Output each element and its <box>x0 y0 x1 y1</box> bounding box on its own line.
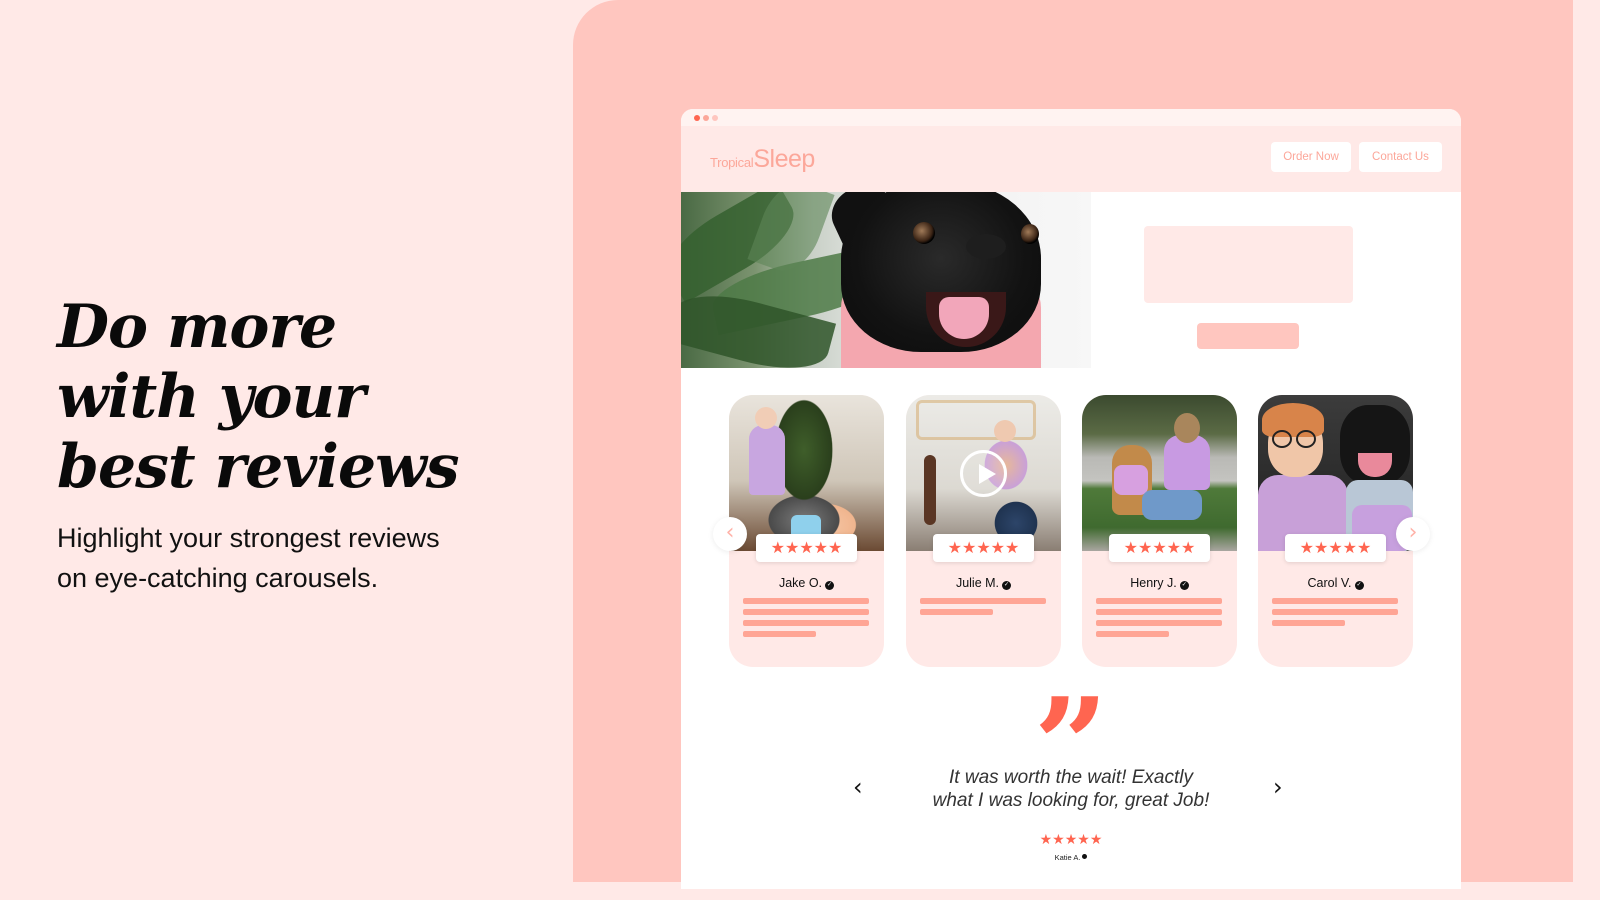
review-text-line <box>1096 598 1222 604</box>
review-card[interactable]: ★★★★★ Carol V. ✓ <box>1258 395 1413 667</box>
dog-nose <box>966 234 1006 259</box>
hero-copy: Do more with your best reviews Highlight… <box>57 292 537 598</box>
hex-shelves <box>916 400 1036 440</box>
review-card[interactable]: ★★★★★ Jake O. ✓ <box>729 395 884 667</box>
review-text-line <box>920 598 1046 604</box>
reviewer-name-text: Carol V. <box>1307 576 1352 590</box>
verified-check-icon: ✓ <box>825 581 835 590</box>
review-photo[interactable] <box>1082 395 1237 551</box>
site-header: Tropical Sleep Order Now Contact Us <box>681 126 1461 192</box>
logo-main: Sleep <box>753 145 815 173</box>
reviewer-name: Jake O. ✓ <box>729 576 884 590</box>
person-face <box>755 407 777 429</box>
review-text-line <box>743 598 869 604</box>
chevron-right-icon: › <box>1273 773 1283 801</box>
review-text-line <box>743 620 869 626</box>
person-hair <box>1174 413 1200 443</box>
hero-subtitle-line: on eye-catching carousels. <box>57 563 379 593</box>
chevron-right-icon: › <box>1408 520 1418 545</box>
reviewer-name: Carol V. ✓ <box>1258 576 1413 590</box>
star-icons: ★★★★★ <box>1299 540 1372 557</box>
glasses <box>1272 430 1292 448</box>
carousel-prev-button[interactable]: ‹ <box>713 517 747 551</box>
verified-check-icon: ✓ <box>1354 581 1364 590</box>
testimonial-author: Katie A. <box>1021 853 1121 862</box>
testimonial-next-button[interactable]: › <box>1273 775 1283 799</box>
hero-subtitle-line: Highlight your strongest reviews <box>57 523 440 553</box>
testimonial-line: It was worth the wait! Exactly <box>949 767 1193 788</box>
review-card[interactable]: ★★★★★ Julie M. ✓ <box>906 395 1061 667</box>
reviewer-name-text: Henry J. <box>1130 576 1177 590</box>
person-sweater <box>749 425 785 495</box>
star-icons: ★★★★★ <box>1123 540 1196 557</box>
review-text-line <box>920 609 993 615</box>
hero-banner <box>681 192 1461 368</box>
hero-title-line: with your <box>57 362 366 432</box>
person-hair <box>1262 403 1324 437</box>
review-photo[interactable] <box>1258 395 1413 551</box>
hero-title: Do more with your best reviews <box>57 292 537 502</box>
browser-mockup: Tropical Sleep Order Now Contact Us ‹ › … <box>681 109 1461 889</box>
window-dot-maximize-icon <box>712 114 718 121</box>
review-carousel: ‹ › ★★★★★ Jake O. ✓ ★★★★★ Julie M. ✓ ★★★… <box>681 395 1461 667</box>
window-dot-close-icon <box>694 114 700 121</box>
order-now-button[interactable]: Order Now <box>1271 142 1351 172</box>
hero-text-placeholder <box>1144 226 1353 303</box>
rating-stars: ★★★★★ <box>1109 534 1210 562</box>
site-logo[interactable]: Tropical Sleep <box>710 145 815 174</box>
person-face <box>994 420 1016 442</box>
star-icons: ★★★★★ <box>947 540 1020 557</box>
testimonial-rating-stars: ★★★★★ <box>1039 831 1103 847</box>
review-video-thumbnail[interactable] <box>906 395 1061 551</box>
testimonial-text: It was worth the wait! Exactly what I wa… <box>881 766 1261 812</box>
reviewer-name-text: Julie M. <box>955 576 1000 590</box>
hero-title-line: Do more <box>57 292 337 362</box>
chevron-left-icon: ‹ <box>853 773 863 801</box>
review-text-line <box>743 609 869 615</box>
rating-stars: ★★★★★ <box>933 534 1034 562</box>
window-dot-minimize-icon <box>703 114 709 121</box>
review-text-line <box>1096 631 1169 637</box>
review-card[interactable]: ★★★★★ Henry J. ✓ <box>1082 395 1237 667</box>
verified-check-icon: ✓ <box>1179 581 1189 590</box>
review-photo[interactable] <box>729 395 884 551</box>
chevron-left-icon: ‹ <box>725 520 735 545</box>
hero-title-line: best reviews <box>57 432 460 502</box>
browser-titlebar <box>681 109 1461 126</box>
hero-cta-button[interactable] <box>1197 323 1299 349</box>
dog-eye <box>913 222 935 244</box>
review-text-line <box>1272 609 1398 615</box>
play-video-button[interactable] <box>960 450 1007 497</box>
verified-check-icon: ✓ <box>1002 581 1012 590</box>
reviewer-name: Henry J. ✓ <box>1082 576 1237 590</box>
rating-stars: ★★★★★ <box>1285 534 1386 562</box>
guitar <box>924 455 936 525</box>
reviewer-name-text: Jake O. <box>778 576 823 590</box>
dog-hoodie <box>1114 465 1148 495</box>
quote-icon: ” <box>1033 669 1109 822</box>
logo-prefix: Tropical <box>710 155 754 170</box>
review-text-line <box>1272 620 1345 626</box>
person-sweater <box>1164 435 1210 490</box>
testimonial-line: what I was looking for, great Job! <box>932 790 1210 811</box>
review-text-line <box>1272 598 1398 604</box>
review-text-line <box>1096 620 1222 626</box>
review-text-line <box>1096 609 1222 615</box>
verified-check-icon <box>1082 854 1088 859</box>
star-icons: ★★★★★ <box>770 540 843 557</box>
jeans <box>1142 490 1202 520</box>
review-text-line <box>743 631 816 637</box>
glasses <box>1296 430 1316 448</box>
testimonial-author-name: Katie A. <box>1054 853 1081 862</box>
contact-us-button[interactable]: Contact Us <box>1359 142 1442 172</box>
testimonial-prev-button[interactable]: ‹ <box>853 775 863 799</box>
hero-subtitle: Highlight your strongest reviews on eye-… <box>57 518 537 598</box>
reviewer-name: Julie M. ✓ <box>906 576 1061 590</box>
carousel-next-button[interactable]: › <box>1396 517 1430 551</box>
hero-dog-photo <box>681 192 1091 368</box>
dog-eye <box>1021 224 1039 244</box>
rating-stars: ★★★★★ <box>756 534 857 562</box>
